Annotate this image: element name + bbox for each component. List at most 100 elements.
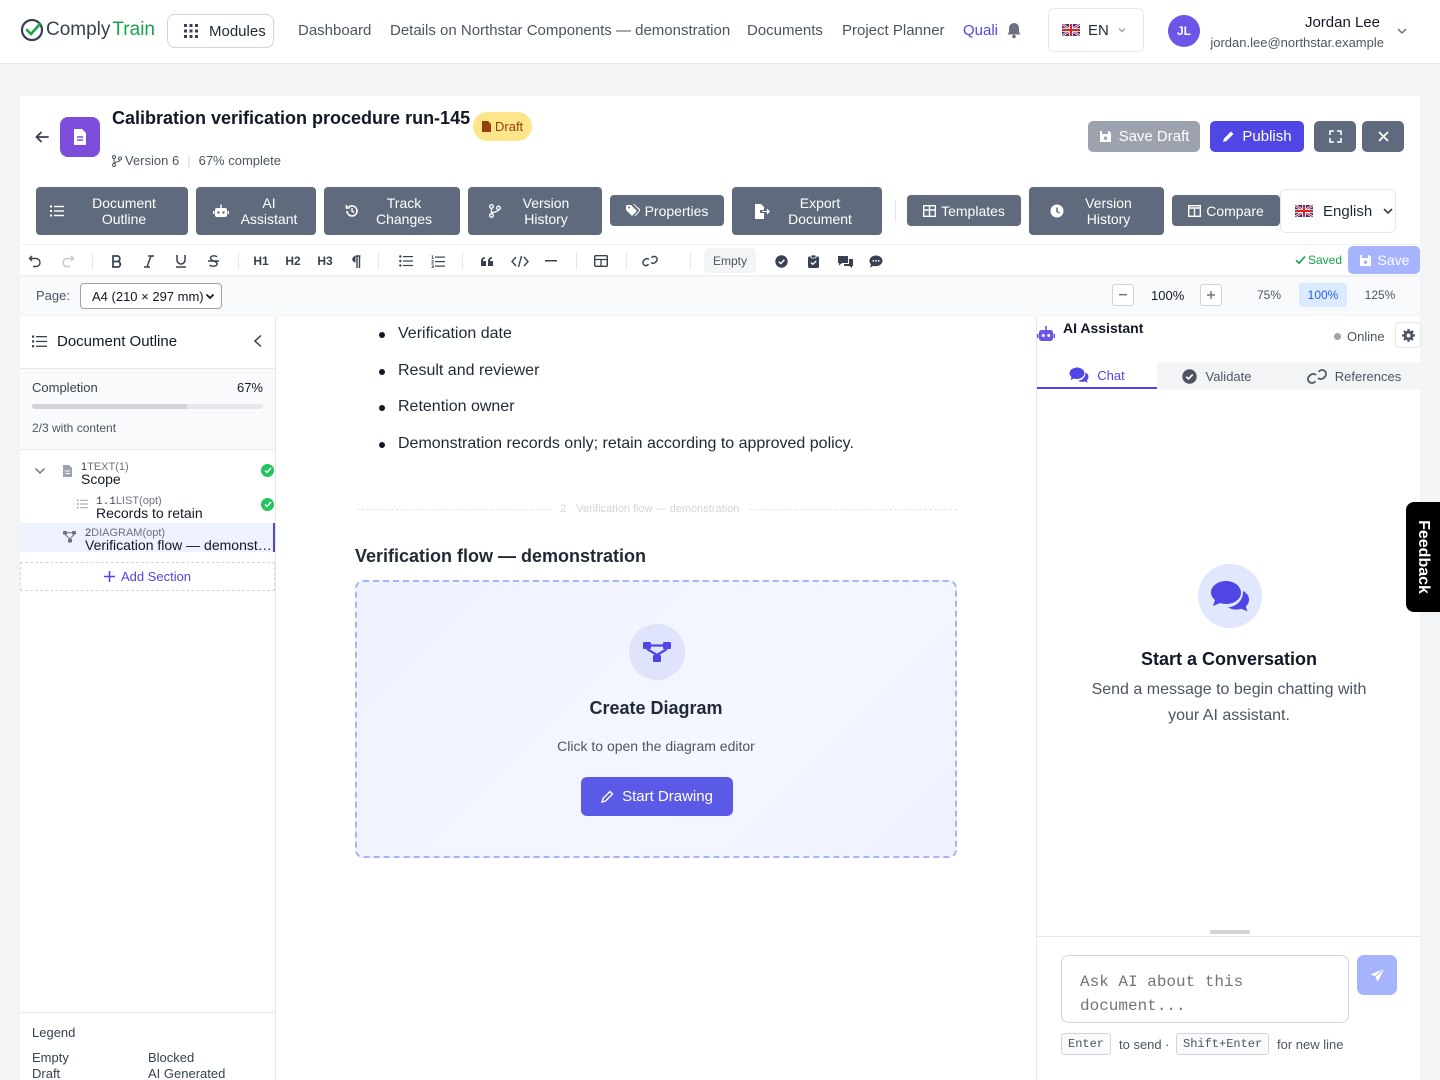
start-drawing-button[interactable]: Start Drawing <box>581 777 733 816</box>
compare-label: Compare <box>1206 202 1264 219</box>
collapse-panel-icon[interactable] <box>253 334 263 348</box>
nav-link-quali[interactable]: Quali <box>963 22 998 39</box>
outline-item-title: Scope <box>81 471 121 487</box>
bullet-list-icon[interactable] <box>397 251 415 271</box>
list-item[interactable]: Result and reviewer <box>379 362 854 399</box>
logo-text-part2: Train <box>112 19 155 40</box>
code-icon[interactable] <box>509 251 531 271</box>
save-button[interactable]: Save <box>1348 246 1420 274</box>
redo-icon[interactable] <box>59 251 77 271</box>
zoom-out-button[interactable] <box>1112 284 1134 306</box>
version-history-button[interactable]: Version History <box>468 187 602 235</box>
nav-link-documents[interactable]: Documents <box>747 22 823 39</box>
nav-link-dashboard[interactable]: Dashboard <box>298 22 371 39</box>
ai-settings-button[interactable] <box>1395 322 1421 348</box>
legend-title: Legend <box>32 1025 76 1040</box>
compare-button[interactable]: Compare <box>1172 195 1280 226</box>
document-outline-button[interactable]: Document Outline <box>36 187 188 235</box>
properties-button[interactable]: Properties <box>610 195 724 226</box>
link-icon[interactable] <box>640 251 660 271</box>
nav-link-project-planner[interactable]: Project Planner <box>842 22 945 39</box>
send-button[interactable] <box>1357 955 1397 995</box>
language-selector[interactable]: EN <box>1048 8 1144 52</box>
user-avatar[interactable]: JL <box>1168 15 1200 47</box>
export-document-button[interactable]: Export Document <box>732 187 882 235</box>
resize-handle[interactable] <box>1210 930 1250 934</box>
outline-item-scope[interactable]: 1TEXT(1) Scope <box>20 454 275 488</box>
templates-button[interactable]: Templates <box>907 195 1021 226</box>
document-editor[interactable]: Verification date Result and reviewer Re… <box>276 316 1036 1080</box>
brand-logo[interactable]: Comply Train <box>20 18 155 42</box>
fullscreen-button[interactable] <box>1314 121 1356 152</box>
clipboard-check-icon[interactable] <box>805 251 821 271</box>
track-changes-button[interactable]: Track Changes <box>324 187 460 235</box>
chat-bubbles-icon <box>1198 564 1262 628</box>
strikethrough-icon[interactable] <box>204 251 222 271</box>
save-draft-button[interactable]: Save Draft <box>1088 121 1200 152</box>
list-item[interactable]: Retention owner <box>379 398 854 435</box>
diagram-placeholder[interactable]: Create Diagram Click to open the diagram… <box>355 580 957 858</box>
heading-2-button[interactable]: H2 <box>283 251 303 271</box>
chevron-down-icon[interactable] <box>34 467 46 475</box>
bullet-list[interactable]: Verification date Result and reviewer Re… <box>379 325 854 471</box>
underline-icon[interactable] <box>172 251 190 271</box>
list-icon <box>50 205 64 217</box>
zoom-option-75[interactable]: 75% <box>1245 283 1293 307</box>
feedback-tab[interactable]: Feedback <box>1406 502 1440 612</box>
bell-icon[interactable] <box>1006 22 1022 39</box>
clock-icon <box>1050 204 1063 218</box>
tab-references-label: References <box>1334 368 1402 384</box>
list-item[interactable]: Demonstration records only; retain accor… <box>379 435 854 472</box>
format-divider <box>626 252 627 270</box>
check-circle-icon[interactable] <box>773 251 789 271</box>
publish-button[interactable]: Publish <box>1210 121 1304 152</box>
diagram-subtitle: Click to open the diagram editor <box>557 738 755 754</box>
zoom-level: 100% <box>1151 288 1185 303</box>
version-history-button-2[interactable]: Version History <box>1029 187 1164 235</box>
close-button[interactable] <box>1362 121 1404 152</box>
expand-icon <box>1328 130 1342 143</box>
list-item[interactable]: Verification date <box>379 325 854 362</box>
comment-dots-icon[interactable] <box>868 251 884 271</box>
table-icon[interactable] <box>592 251 610 271</box>
nav-link-details[interactable]: Details on Northstar Components — demons… <box>390 22 730 39</box>
tab-references[interactable]: References <box>1287 363 1421 389</box>
send-hint-text: to send · <box>1119 1037 1170 1052</box>
legend-item-ai-generated: AI Generated <box>148 1066 226 1080</box>
chat-input[interactable] <box>1061 955 1349 1023</box>
document-language-selector[interactable]: English <box>1280 189 1396 233</box>
modules-button[interactable]: Modules <box>167 14 274 48</box>
outline-item-diagram[interactable]: 2DIAGRAM(opt) Verification flow — demons… <box>20 523 275 553</box>
enter-key-hint: Enter <box>1061 1033 1112 1055</box>
bold-icon[interactable] <box>108 251 126 271</box>
export-document-label: Export Document <box>788 195 852 227</box>
plus-icon <box>1207 291 1215 299</box>
paragraph-icon[interactable] <box>349 251 363 271</box>
close-icon <box>1377 131 1389 142</box>
ai-assistant-button[interactable]: AI Assistant <box>196 187 316 235</box>
italic-icon[interactable] <box>140 251 158 271</box>
undo-icon[interactable] <box>26 251 44 271</box>
zoom-in-button[interactable] <box>1200 284 1222 306</box>
heading-1-button[interactable]: H1 <box>251 251 271 271</box>
section-status-chip[interactable]: Empty <box>704 248 756 273</box>
tab-chat[interactable]: Chat <box>1037 363 1157 389</box>
comments-icon[interactable] <box>835 251 855 271</box>
robot-icon <box>1037 326 1055 341</box>
content-count: 2/3 with content <box>32 421 117 435</box>
zoom-option-100[interactable]: 100% <box>1299 283 1347 307</box>
add-section-button[interactable]: Add Section <box>20 562 275 591</box>
back-arrow-icon[interactable] <box>34 129 50 145</box>
quote-icon[interactable] <box>478 251 496 271</box>
saved-label: Saved <box>1308 253 1343 267</box>
horizontal-rule-icon[interactable] <box>542 251 560 271</box>
outline-item-records[interactable]: 1.1LIST(opt) Records to retain <box>20 488 275 522</box>
user-menu-chevron-icon[interactable] <box>1396 25 1408 37</box>
zoom-option-125[interactable]: 125% <box>1356 283 1404 307</box>
page-size-select[interactable]: A4 (210 × 297 mm) <box>80 283 222 309</box>
numbered-list-icon[interactable]: 123 <box>429 251 447 271</box>
newline-hint-text: for new line <box>1277 1037 1344 1052</box>
heading-3-button[interactable]: H3 <box>315 251 335 271</box>
tab-validate[interactable]: Validate <box>1159 363 1275 389</box>
page-settings-bar: Page: A4 (210 × 297 mm) 100% 75% 100% 12… <box>20 277 1420 315</box>
